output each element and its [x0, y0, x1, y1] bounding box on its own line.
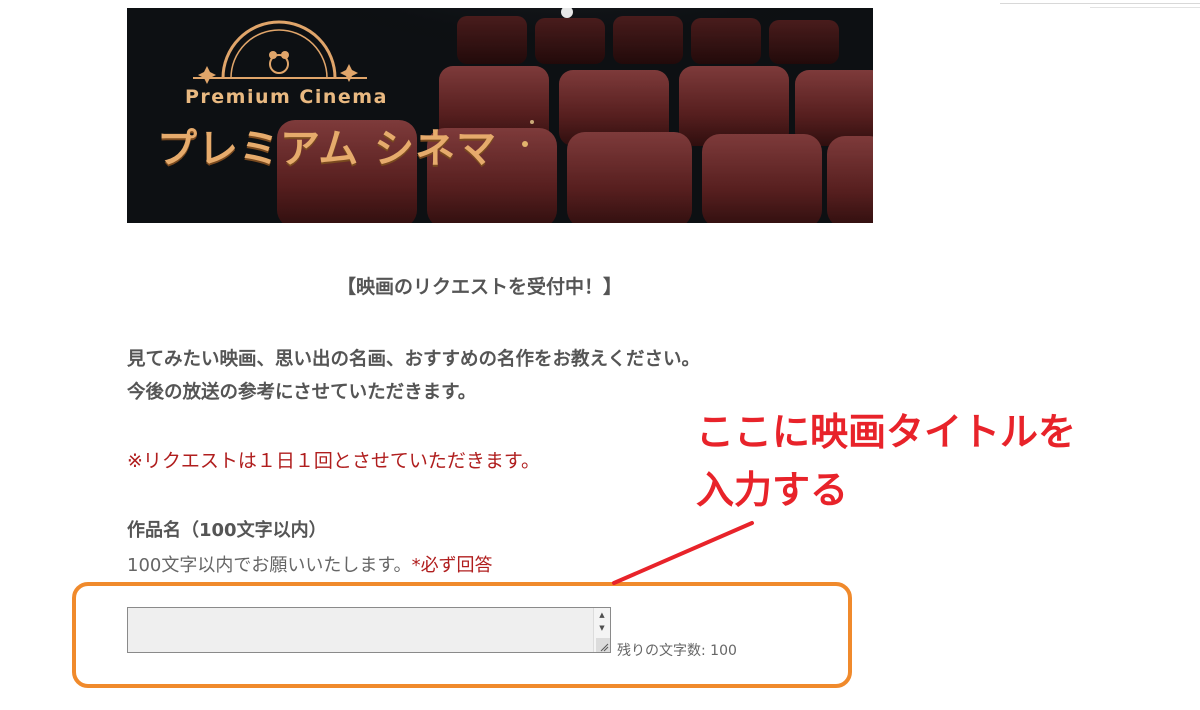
- title-field-help-text: 100文字以内でお願いいたします。: [127, 555, 412, 576]
- request-heading: 【映画のリクエストを受付中！】: [337, 276, 623, 298]
- intro-line-2: 今後の放送の参考にさせていただきます。: [127, 382, 477, 403]
- intro-text: 見てみたい映画、思い出の名画、おすすめの名作をお教えください。 今後の放送の参考…: [127, 343, 700, 409]
- cinema-banner: Premium Cinema プレミアム シネマ: [127, 8, 873, 223]
- title-field-label: 作品名（100文字以内）: [127, 520, 327, 541]
- annotation-callout: ここに映画タイトルを 入力する: [696, 403, 1076, 519]
- banner-logo-english: Premium Cinema: [185, 86, 388, 108]
- top-divider: [1000, 3, 1200, 4]
- annotation-line-1: ここに映画タイトルを: [696, 410, 1077, 454]
- required-marker: *必ず回答: [411, 555, 493, 576]
- top-divider-secondary: [1090, 7, 1200, 8]
- annotation-highlight-frame: [72, 582, 852, 688]
- request-limit-notice: ※リクエストは１日１回とさせていただきます。: [127, 450, 541, 472]
- title-field-help: 100文字以内でお願いいたします。*必ず回答: [127, 551, 493, 577]
- banner-logo-japanese: プレミアム シネマ: [157, 126, 498, 172]
- intro-line-1: 見てみたい映画、思い出の名画、おすすめの名作をお教えください。: [127, 349, 700, 370]
- annotation-line-2: 入力する: [696, 468, 849, 512]
